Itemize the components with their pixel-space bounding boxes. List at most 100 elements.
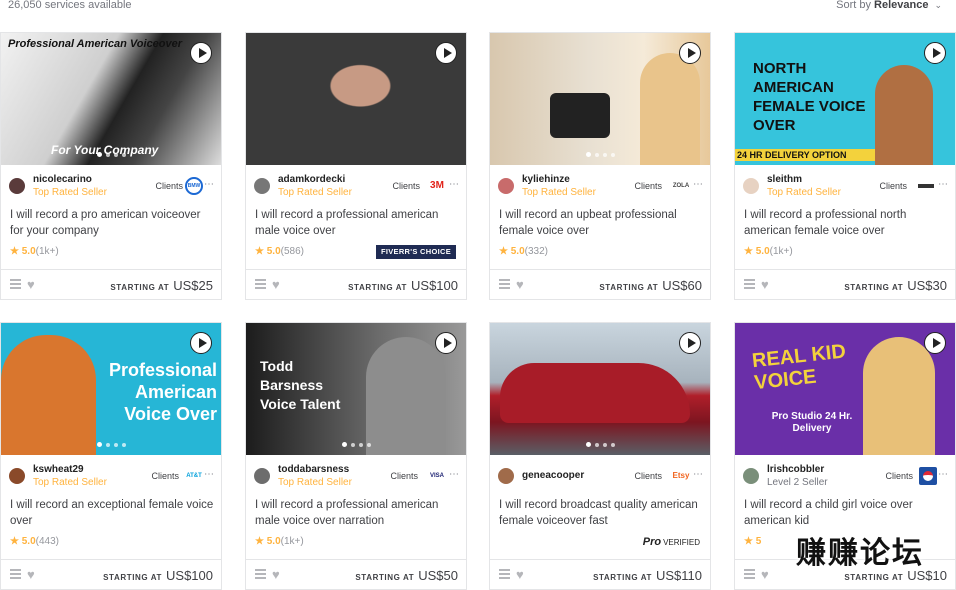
gig-card[interactable]: Professional American Voiceover For Your… bbox=[0, 32, 222, 300]
collections-icon[interactable] bbox=[499, 279, 510, 289]
avatar[interactable] bbox=[254, 178, 270, 194]
heart-icon[interactable]: ♥ bbox=[27, 567, 35, 582]
star-icon: ★ bbox=[744, 536, 753, 547]
gig-title[interactable]: I will record a professional american ma… bbox=[255, 497, 461, 529]
heart-icon[interactable]: ♥ bbox=[761, 277, 769, 292]
gig-price[interactable]: STARTING AT US$110 bbox=[593, 568, 702, 583]
more-icon[interactable]: ⋯ bbox=[204, 469, 215, 480]
play-icon[interactable] bbox=[924, 332, 946, 354]
seller-info: kyliehinze Top Rated Seller Clients ZOLA… bbox=[498, 174, 704, 198]
play-icon[interactable] bbox=[435, 42, 457, 64]
heart-icon[interactable]: ♥ bbox=[27, 277, 35, 292]
card-footer: ♥ STARTING AT US$100 bbox=[246, 269, 466, 299]
play-icon[interactable] bbox=[679, 332, 701, 354]
avatar[interactable] bbox=[9, 178, 25, 194]
card-footer: ♥ STARTING AT US$25 bbox=[1, 269, 221, 299]
gig-card[interactable]: kyliehinze Top Rated Seller Clients ZOLA… bbox=[489, 32, 711, 300]
star-icon: ★ bbox=[255, 246, 264, 257]
gig-title[interactable]: I will record a professional american ma… bbox=[255, 207, 461, 239]
gig-card[interactable]: Professional American Voice Over kswheat… bbox=[0, 322, 222, 590]
pro-verified-badge: Pro VERIFIED bbox=[642, 536, 700, 548]
gig-title[interactable]: I will record broadcast quality american… bbox=[499, 497, 705, 529]
gig-price[interactable]: STARTING AT US$30 bbox=[844, 278, 947, 293]
play-icon[interactable] bbox=[190, 42, 212, 64]
seller-name[interactable]: sleithm bbox=[767, 174, 802, 185]
play-icon[interactable] bbox=[679, 42, 701, 64]
gig-title[interactable]: I will record a child girl voice over am… bbox=[744, 497, 950, 529]
more-icon[interactable]: ⋯ bbox=[693, 179, 704, 190]
heart-icon[interactable]: ♥ bbox=[516, 277, 524, 292]
seller-info: sleithm Top Rated Seller Clients ⋯ bbox=[743, 174, 949, 198]
gig-price[interactable]: STARTING AT US$50 bbox=[355, 568, 458, 583]
rating-count: (443) bbox=[35, 536, 60, 547]
heart-icon[interactable]: ♥ bbox=[272, 277, 280, 292]
card-footer: ♥ STARTING AT US$50 bbox=[246, 559, 466, 589]
seller-name[interactable]: adamkordecki bbox=[278, 174, 345, 185]
gig-title[interactable]: I will record a professional north ameri… bbox=[744, 207, 950, 239]
collections-icon[interactable] bbox=[255, 569, 266, 579]
seller-name[interactable]: kswheat29 bbox=[33, 464, 84, 475]
client-logo: Etsy bbox=[672, 471, 690, 480]
gig-card[interactable]: NORTH AMERICAN FEMALE VOICE OVER 24 HR D… bbox=[734, 32, 956, 300]
more-icon[interactable]: ⋯ bbox=[204, 179, 215, 190]
gig-price[interactable]: STARTING AT US$100 bbox=[103, 568, 213, 583]
avatar[interactable] bbox=[9, 468, 25, 484]
collections-icon[interactable] bbox=[10, 279, 21, 289]
gig-thumbnail[interactable]: Professional American Voice Over bbox=[1, 323, 221, 455]
gig-thumbnail[interactable] bbox=[490, 33, 710, 165]
play-icon[interactable] bbox=[924, 42, 946, 64]
collections-icon[interactable] bbox=[744, 569, 755, 579]
seller-level: Top Rated Seller bbox=[33, 187, 107, 198]
star-icon: ★ bbox=[499, 246, 508, 257]
seller-name[interactable]: kyliehinze bbox=[522, 174, 570, 185]
gig-thumbnail[interactable] bbox=[246, 33, 466, 165]
gig-thumbnail[interactable]: REAL KID VOICE Pro Studio 24 Hr. Deliver… bbox=[735, 323, 955, 455]
avatar[interactable] bbox=[498, 178, 514, 194]
heart-icon[interactable]: ♥ bbox=[516, 567, 524, 582]
gig-thumbnail[interactable]: Professional American Voiceover For Your… bbox=[1, 33, 221, 165]
gig-title[interactable]: I will record a pro american voiceover f… bbox=[10, 207, 216, 239]
gig-thumbnail[interactable]: Todd Barsness Voice Talent bbox=[246, 323, 466, 455]
play-icon[interactable] bbox=[435, 332, 457, 354]
collections-icon[interactable] bbox=[255, 279, 266, 289]
gig-price[interactable]: STARTING AT US$60 bbox=[599, 278, 702, 293]
carousel-dots[interactable] bbox=[1, 152, 221, 157]
avatar[interactable] bbox=[498, 468, 514, 484]
gig-thumbnail[interactable]: NORTH AMERICAN FEMALE VOICE OVER 24 HR D… bbox=[735, 33, 955, 165]
more-icon[interactable]: ⋯ bbox=[693, 469, 704, 480]
avatar[interactable] bbox=[743, 178, 759, 194]
collections-icon[interactable] bbox=[10, 569, 21, 579]
more-icon[interactable]: ⋯ bbox=[938, 469, 949, 480]
more-icon[interactable]: ⋯ bbox=[938, 179, 949, 190]
gig-card[interactable]: geneacooper Clients Etsy ⋯ I will record… bbox=[489, 322, 711, 590]
heart-icon[interactable]: ♥ bbox=[761, 567, 769, 582]
carousel-dots[interactable] bbox=[490, 442, 710, 447]
carousel-dots[interactable] bbox=[490, 152, 710, 157]
play-icon[interactable] bbox=[190, 332, 212, 354]
gig-card[interactable]: adamkordecki Top Rated Seller Clients 3M… bbox=[245, 32, 467, 300]
collections-icon[interactable] bbox=[744, 279, 755, 289]
avatar[interactable] bbox=[743, 468, 759, 484]
carousel-dots[interactable] bbox=[246, 442, 466, 447]
gig-card[interactable]: Todd Barsness Voice Talent toddabarsness… bbox=[245, 322, 467, 590]
gig-price[interactable]: STARTING AT US$100 bbox=[348, 278, 458, 293]
seller-name[interactable]: nicolecarino bbox=[33, 174, 92, 185]
more-icon[interactable]: ⋯ bbox=[449, 179, 460, 190]
seller-info: nicolecarino Top Rated Seller Clients BM… bbox=[9, 174, 215, 198]
gig-thumbnail[interactable] bbox=[490, 323, 710, 455]
heart-icon[interactable]: ♥ bbox=[272, 567, 280, 582]
more-icon[interactable]: ⋯ bbox=[449, 469, 460, 480]
gig-price[interactable]: STARTING AT US$25 bbox=[110, 278, 213, 293]
seller-name[interactable]: toddabarsness bbox=[278, 464, 349, 475]
card-footer: ♥ STARTING AT US$100 bbox=[1, 559, 221, 589]
sort-dropdown[interactable]: Sort by Relevance ⌄ bbox=[836, 0, 942, 11]
avatar[interactable] bbox=[254, 468, 270, 484]
seller-name[interactable]: lrishcobbler bbox=[767, 464, 824, 475]
gig-title[interactable]: I will record an upbeat professional fem… bbox=[499, 207, 705, 239]
carousel-dots[interactable] bbox=[1, 442, 221, 447]
clients-label: Clients bbox=[392, 181, 420, 191]
gig-title[interactable]: I will record an exceptional female voic… bbox=[10, 497, 216, 529]
seller-name[interactable]: geneacooper bbox=[522, 470, 584, 481]
collections-icon[interactable] bbox=[499, 569, 510, 579]
thumb-title: Professional American Voice Over bbox=[108, 360, 217, 424]
